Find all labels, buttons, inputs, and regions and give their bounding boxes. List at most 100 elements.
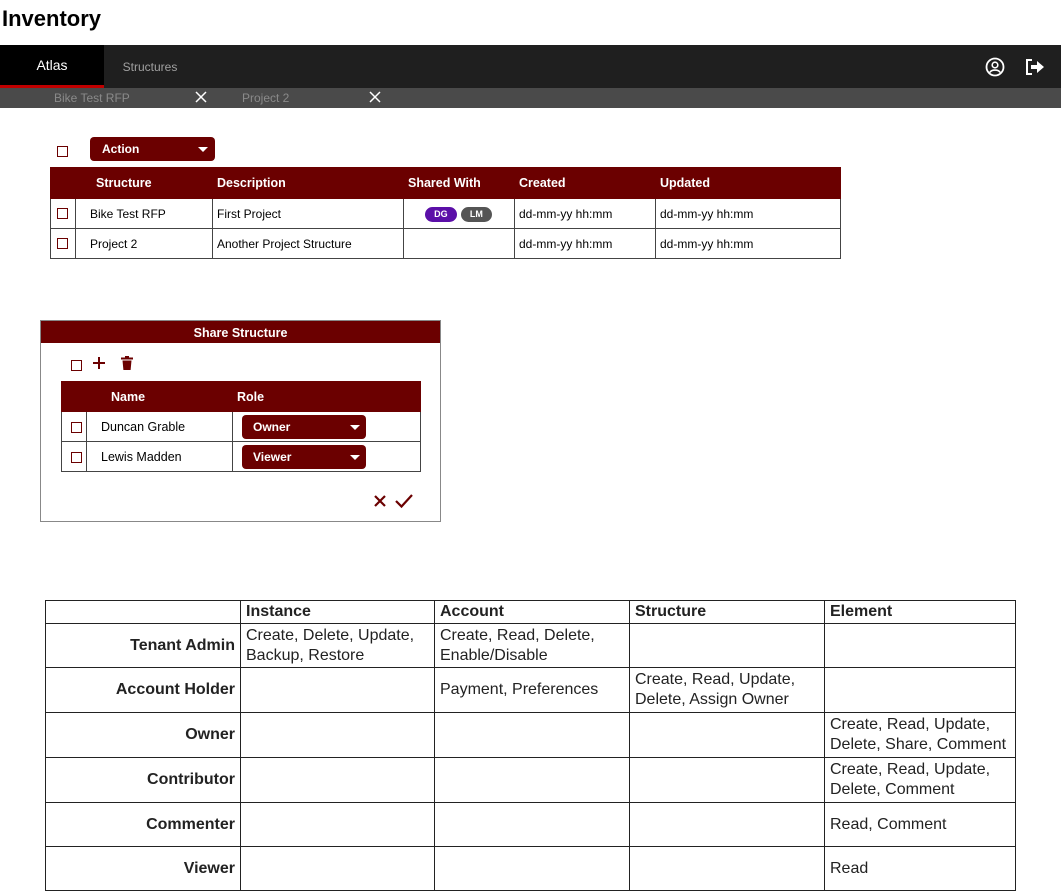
user-circle-icon[interactable]: [984, 57, 1006, 77]
role-dropdown[interactable]: Owner: [242, 414, 366, 439]
cell-text-line: Read: [830, 859, 869, 877]
row-header-tenant-admin: Tenant Admin: [45, 623, 241, 668]
row-checkbox-cell: [61, 411, 87, 442]
table-row[interactable]: Project 2 Another Project Structure dd-m…: [50, 228, 841, 259]
cell-role: Viewer: [232, 441, 421, 472]
share-structure-dialog: Share Structure Name Role Duncan Grable …: [40, 320, 441, 522]
row-header-owner: Owner: [45, 712, 241, 758]
row-checkbox[interactable]: [71, 422, 82, 433]
open-tabs-bar: Bike Test RFP Project 2: [0, 88, 1061, 108]
row-header-viewer: Viewer: [45, 846, 241, 891]
column-header-updated: Updated: [655, 167, 841, 199]
tab-structures[interactable]: Structures: [104, 45, 196, 88]
table-row: Commenter Read, Comment: [45, 802, 1016, 847]
cell-text-line: Create, Read, Delete,: [440, 626, 595, 644]
checkbox-column-header: [61, 381, 87, 412]
cell-updated: dd-mm-yy hh:mm: [655, 228, 841, 259]
cell-structure: [629, 712, 825, 758]
cell-text-line: Delete, Share, Comment: [830, 736, 1007, 753]
open-tab-project-2[interactable]: Project 2: [242, 88, 289, 108]
table-row[interactable]: Lewis Madden Viewer: [61, 441, 421, 472]
cell-account: [434, 846, 630, 891]
top-nav-bar: Atlas Structures: [0, 45, 1061, 88]
cell-element: [824, 667, 1016, 713]
cell-structure[interactable]: Project 2: [75, 228, 213, 259]
column-header-shared-with: Shared With: [403, 167, 515, 199]
close-icon[interactable]: [368, 90, 382, 104]
select-all-checkbox[interactable]: [71, 360, 82, 371]
row-checkbox[interactable]: [57, 208, 68, 219]
checkbox-column-header: [50, 167, 76, 199]
cancel-icon[interactable]: [372, 493, 388, 509]
role-dropdown[interactable]: Viewer: [242, 444, 366, 469]
row-checkbox[interactable]: [71, 452, 82, 463]
table-header-row: Instance Account Structure Element: [45, 600, 1016, 624]
cell-created: dd-mm-yy hh:mm: [514, 228, 656, 259]
tab-atlas[interactable]: Atlas: [0, 45, 104, 88]
cell-instance: [240, 712, 435, 758]
caret-down-icon: [198, 147, 208, 152]
cell-account: Payment, Preferences: [434, 667, 630, 713]
column-header-structure: Structure: [75, 167, 213, 199]
cell-updated: dd-mm-yy hh:mm: [655, 198, 841, 229]
role-dropdown-label: Owner: [253, 419, 291, 434]
column-header-element: Element: [824, 600, 1016, 624]
cell-structure[interactable]: Bike Test RFP: [75, 198, 213, 229]
select-all-checkbox[interactable]: [57, 146, 68, 157]
column-header-structure: Structure: [629, 600, 825, 624]
cell-text-line: Create, Read, Update,: [830, 716, 991, 733]
cell-text-line: Delete, Assign Owner: [635, 691, 789, 708]
open-tab-bike-test-rfp[interactable]: Bike Test RFP: [54, 88, 130, 108]
table-row[interactable]: Bike Test RFP First Project DG LM dd-mm-…: [50, 198, 841, 229]
structures-table: Structure Description Shared With Create…: [50, 167, 841, 259]
cell-account: Create, Read, Delete, Enable/Disable: [434, 623, 630, 668]
cell-text-line: Backup, Restore: [246, 646, 365, 664]
table-row[interactable]: Duncan Grable Owner: [61, 411, 421, 442]
table-header-row: Name Role: [61, 381, 421, 412]
table-row: Contributor Create, Read, Update, Delete,…: [45, 757, 1016, 803]
cell-text-line: Delete, Comment: [830, 781, 955, 798]
row-header-corner: [45, 600, 241, 624]
cell-account: [434, 802, 630, 847]
trash-icon[interactable]: [119, 355, 135, 371]
caret-down-icon: [350, 454, 360, 460]
table-row: Viewer Read: [45, 846, 1016, 891]
page-title: Inventory: [2, 6, 102, 31]
avatar-badge[interactable]: LM: [460, 206, 492, 222]
action-dropdown[interactable]: Action: [90, 137, 215, 161]
cell-name: Lewis Madden: [86, 441, 233, 472]
row-header-commenter: Commenter: [45, 802, 241, 847]
cell-text-line: Payment, Preferences: [440, 681, 599, 698]
column-header-name: Name: [86, 381, 233, 412]
row-checkbox-cell: [61, 441, 87, 472]
column-header-account: Account: [434, 600, 630, 624]
table-row: Owner Create, Read, Update, Delete, Share…: [45, 712, 1016, 758]
cell-instance: [240, 757, 435, 803]
cell-created: dd-mm-yy hh:mm: [514, 198, 656, 229]
cell-account: [434, 757, 630, 803]
cell-role: Owner: [232, 411, 421, 442]
confirm-check-icon[interactable]: [394, 492, 414, 510]
row-checkbox-cell: [50, 198, 76, 229]
avatar-badge[interactable]: DG: [425, 206, 457, 222]
dialog-title: Share Structure: [41, 321, 440, 343]
cell-instance: [240, 667, 435, 713]
permissions-matrix-table: Instance Account Structure Element Tenan…: [45, 600, 1016, 891]
cell-instance: [240, 846, 435, 891]
table-row: Tenant Admin Create, Delete, Update, Back…: [45, 623, 1016, 668]
sign-out-icon[interactable]: [1024, 57, 1046, 77]
cell-text-line: Enable/Disable: [440, 646, 548, 664]
share-users-table: Name Role Duncan Grable Owner Lewis Madd…: [61, 381, 421, 472]
row-checkbox[interactable]: [57, 238, 68, 249]
cell-structure: [629, 623, 825, 668]
add-icon[interactable]: [91, 355, 107, 371]
cell-element: Create, Read, Update, Delete, Share, Comm…: [824, 712, 1016, 758]
cell-text-line: Create, Read, Update,: [830, 761, 991, 778]
column-header-created: Created: [514, 167, 656, 199]
table-header-row: Structure Description Shared With Create…: [50, 167, 841, 199]
cell-shared-with: [403, 228, 515, 259]
cell-element: Read, Comment: [824, 802, 1016, 847]
cell-shared-with: DG LM: [403, 198, 515, 229]
cell-structure: Create, Read, Update, Delete, Assign Owne…: [629, 667, 825, 713]
close-icon[interactable]: [194, 90, 208, 104]
